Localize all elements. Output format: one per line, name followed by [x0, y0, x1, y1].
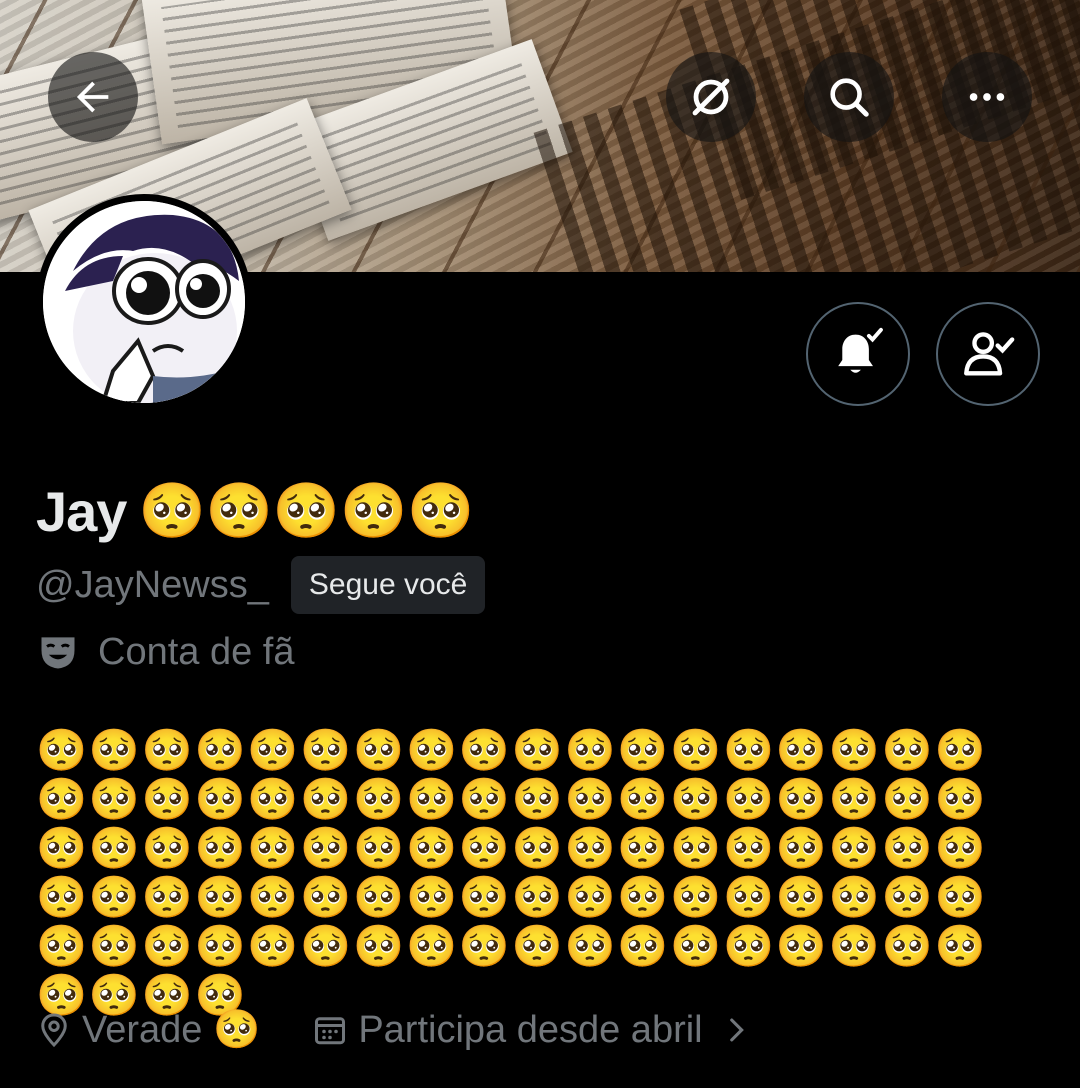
- profile-name-row: Jay 🥺🥺🥺🥺🥺: [36, 476, 475, 546]
- follows-you-badge: Segue você: [290, 556, 486, 614]
- avatar[interactable]: [36, 194, 252, 410]
- profile-name-emoji: 🥺🥺🥺🥺🥺: [138, 479, 475, 542]
- grok-button[interactable]: [666, 52, 756, 142]
- search-button[interactable]: [804, 52, 894, 142]
- notifications-button[interactable]: [806, 302, 910, 406]
- account-label: Conta de fã: [36, 630, 294, 674]
- more-horizontal-icon: [969, 93, 1005, 101]
- profile-meta: Verade 🥺 Participa desde abril: [36, 1000, 753, 1060]
- bell-check-icon: [838, 327, 883, 373]
- person-check-icon: [964, 332, 1015, 376]
- profile-handle: @JayNewss_: [36, 563, 269, 606]
- handle-row: @JayNewss_ Segue você: [36, 556, 486, 614]
- location: Verade 🥺: [36, 1008, 260, 1052]
- profile-name: Jay: [36, 479, 127, 543]
- location-pin-icon: [41, 1013, 67, 1048]
- back-button[interactable]: [48, 52, 138, 142]
- search-icon: [830, 78, 869, 117]
- location-text: Verade 🥺: [82, 1009, 261, 1051]
- avatar-image: [43, 201, 245, 403]
- arrow-left-icon: [76, 81, 109, 113]
- grok-icon: [692, 78, 730, 116]
- joined-text: Participa desde abril: [358, 1008, 703, 1051]
- account-label-text: Conta de fã: [98, 630, 295, 673]
- theater-mask-icon: [41, 637, 75, 669]
- following-button[interactable]: [936, 302, 1040, 406]
- chevron-right-icon: [729, 1018, 744, 1042]
- calendar-icon: [315, 1017, 346, 1045]
- joined-date[interactable]: Participa desde abril: [312, 1009, 752, 1052]
- more-button[interactable]: [942, 52, 1032, 142]
- profile-bio: 🥺🥺🥺🥺🥺🥺🥺🥺🥺🥺🥺🥺🥺🥺🥺🥺🥺🥺🥺🥺🥺🥺🥺🥺🥺🥺🥺🥺🥺🥺🥺🥺🥺🥺🥺🥺🥺🥺🥺🥺…: [36, 726, 988, 1019]
